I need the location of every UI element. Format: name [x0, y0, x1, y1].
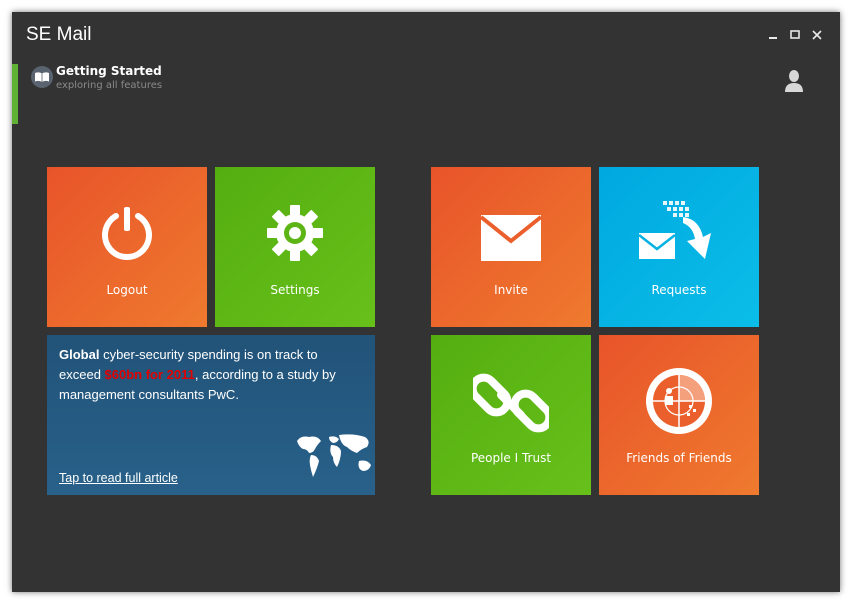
window-title: SE Mail: [26, 24, 92, 45]
section-subtitle: exploring all features: [56, 80, 163, 91]
people-i-trust-label: People I Trust: [470, 451, 552, 465]
logout-tile[interactable]: Logout: [47, 167, 207, 327]
power-icon: [98, 203, 156, 265]
read-article-link[interactable]: Tap to read full article: [59, 471, 178, 485]
friends-of-friends-tile[interactable]: Friends of Friends: [599, 335, 759, 495]
settings-label: Settings: [270, 283, 320, 297]
link-chain-icon: [468, 365, 554, 445]
invite-tile[interactable]: Invite: [431, 167, 591, 327]
friends-of-friends-label: Friends of Friends: [626, 451, 732, 465]
news-tile[interactable]: Global cyber-security spending is on tra…: [47, 335, 375, 495]
close-icon[interactable]: [810, 28, 824, 42]
logout-label: Logout: [106, 283, 148, 297]
minimize-icon[interactable]: [766, 28, 780, 42]
window-controls: [766, 28, 824, 42]
section-accent-bar: [12, 64, 18, 124]
people-i-trust-tile[interactable]: People I Trust: [431, 335, 591, 495]
envelope-icon: [479, 213, 543, 267]
gear-icon: [265, 203, 325, 267]
news-lead: Global: [59, 347, 100, 362]
requests-tile[interactable]: Requests: [599, 167, 759, 327]
invite-label: Invite: [494, 283, 528, 297]
section-title: Getting Started: [56, 64, 162, 78]
world-map-icon: [295, 431, 375, 479]
app-window: SE Mail Getting Started exploring all fe…: [12, 12, 840, 592]
book-icon: [31, 66, 53, 88]
news-highlight: $60bn for 2011: [104, 367, 195, 382]
user-icon[interactable]: [784, 69, 804, 93]
settings-tile[interactable]: Settings: [215, 167, 375, 327]
requests-label: Requests: [651, 283, 707, 297]
network-radar-icon: [643, 365, 715, 441]
maximize-icon[interactable]: [788, 28, 802, 42]
incoming-mail-icon: [637, 197, 721, 267]
news-article-text: Global cyber-security spending is on tra…: [59, 345, 359, 405]
